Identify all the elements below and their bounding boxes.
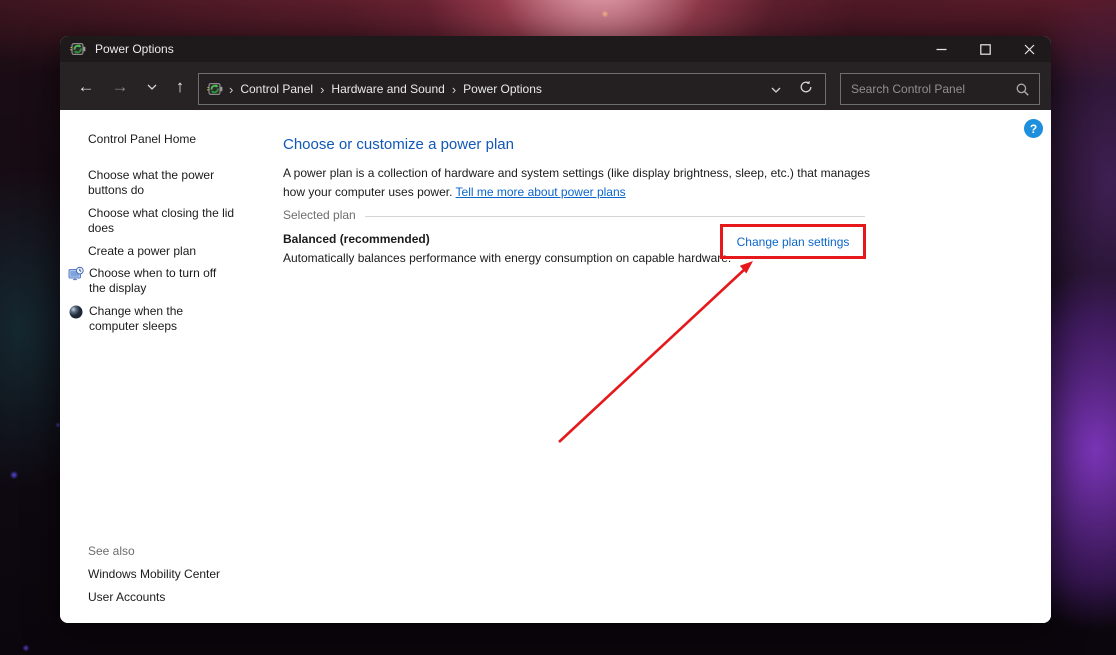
tell-me-more-link[interactable]: Tell me more about power plans	[456, 185, 626, 199]
page-title: Choose or customize a power plan	[283, 136, 514, 153]
minimize-icon	[936, 44, 947, 55]
power-options-icon	[70, 41, 86, 57]
arrow-right-icon: →	[112, 77, 129, 97]
caption-buttons	[919, 36, 1051, 62]
help-button[interactable]: ?	[1024, 119, 1043, 138]
sidebar-link-windows-mobility-center[interactable]: Windows Mobility Center	[88, 567, 220, 581]
breadcrumb-hardware-and-sound[interactable]: Hardware and Sound	[324, 82, 451, 96]
selected-plan-label: Selected plan	[283, 208, 356, 222]
search-input[interactable]	[841, 82, 1016, 96]
window-title: Power Options	[95, 42, 174, 56]
change-plan-settings-link[interactable]: Change plan settings	[737, 235, 850, 249]
breadcrumb-control-panel[interactable]: Control Panel	[233, 82, 320, 96]
question-mark-icon: ?	[1030, 122, 1037, 136]
address-dropdown-button[interactable]	[759, 80, 793, 98]
refresh-button[interactable]	[793, 80, 825, 99]
address-bar[interactable]: › Control Panel › Hardware and Sound › P…	[198, 73, 826, 105]
arrow-up-icon: ↑	[176, 77, 185, 97]
moon-sleep-icon	[68, 304, 84, 320]
power-options-window: Power Options ← → ↑	[60, 36, 1051, 623]
sidebar-item-create-power-plan[interactable]: Create a power plan	[88, 244, 250, 259]
sidebar: Control Panel Home Choose what the power…	[60, 110, 283, 623]
plan-description: Automatically balances performance with …	[283, 251, 731, 265]
sidebar-link-user-accounts[interactable]: User Accounts	[88, 590, 165, 604]
sidebar-item-label: Choose when to turn off the display	[89, 266, 230, 296]
forward-button[interactable]: →	[106, 74, 134, 100]
group-divider	[365, 216, 865, 217]
maximize-button[interactable]	[963, 36, 1007, 62]
close-button[interactable]	[1007, 36, 1051, 62]
content-area: Control Panel Home Choose what the power…	[60, 110, 1051, 623]
address-bar-controls	[759, 80, 825, 99]
close-icon	[1024, 44, 1035, 55]
minimize-button[interactable]	[919, 36, 963, 62]
main-panel: Choose or customize a power plan A power…	[283, 110, 1051, 623]
arrow-left-icon: ←	[78, 77, 95, 97]
sidebar-item-computer-sleeps[interactable]: Change when the computer sleeps	[68, 304, 230, 334]
up-button[interactable]: ↑	[166, 74, 194, 100]
intro-paragraph: A power plan is a collection of hardware…	[283, 164, 875, 202]
annotation-red-box: Change plan settings	[720, 224, 866, 259]
sidebar-item-label: Change when the computer sleeps	[89, 304, 230, 334]
chevron-down-icon	[771, 87, 781, 93]
sidebar-item-control-panel-home[interactable]: Control Panel Home	[88, 132, 250, 147]
back-button[interactable]: ←	[72, 74, 100, 100]
search-box	[840, 73, 1040, 105]
recent-locations-button[interactable]	[138, 74, 166, 100]
breadcrumb-power-options[interactable]: Power Options	[456, 82, 549, 96]
navigation-bar: ← → ↑ › Control Panel › Hardware and So	[60, 62, 1051, 110]
plan-name: Balanced (recommended)	[283, 232, 430, 246]
sidebar-item-closing-lid[interactable]: Choose what closing the lid does	[88, 206, 250, 236]
chevron-down-icon	[147, 84, 157, 90]
titlebar: Power Options	[60, 36, 1051, 62]
see-also-heading: See also	[88, 544, 135, 558]
sidebar-item-turn-off-display[interactable]: Choose when to turn off the display	[68, 266, 230, 296]
search-icon[interactable]	[1016, 83, 1039, 96]
maximize-icon	[980, 44, 991, 55]
refresh-icon	[799, 80, 813, 94]
sidebar-item-power-buttons[interactable]: Choose what the power buttons do	[88, 168, 250, 198]
power-options-icon	[207, 81, 223, 97]
display-clock-icon	[68, 266, 84, 282]
selected-plan-group: Selected plan	[283, 208, 865, 222]
